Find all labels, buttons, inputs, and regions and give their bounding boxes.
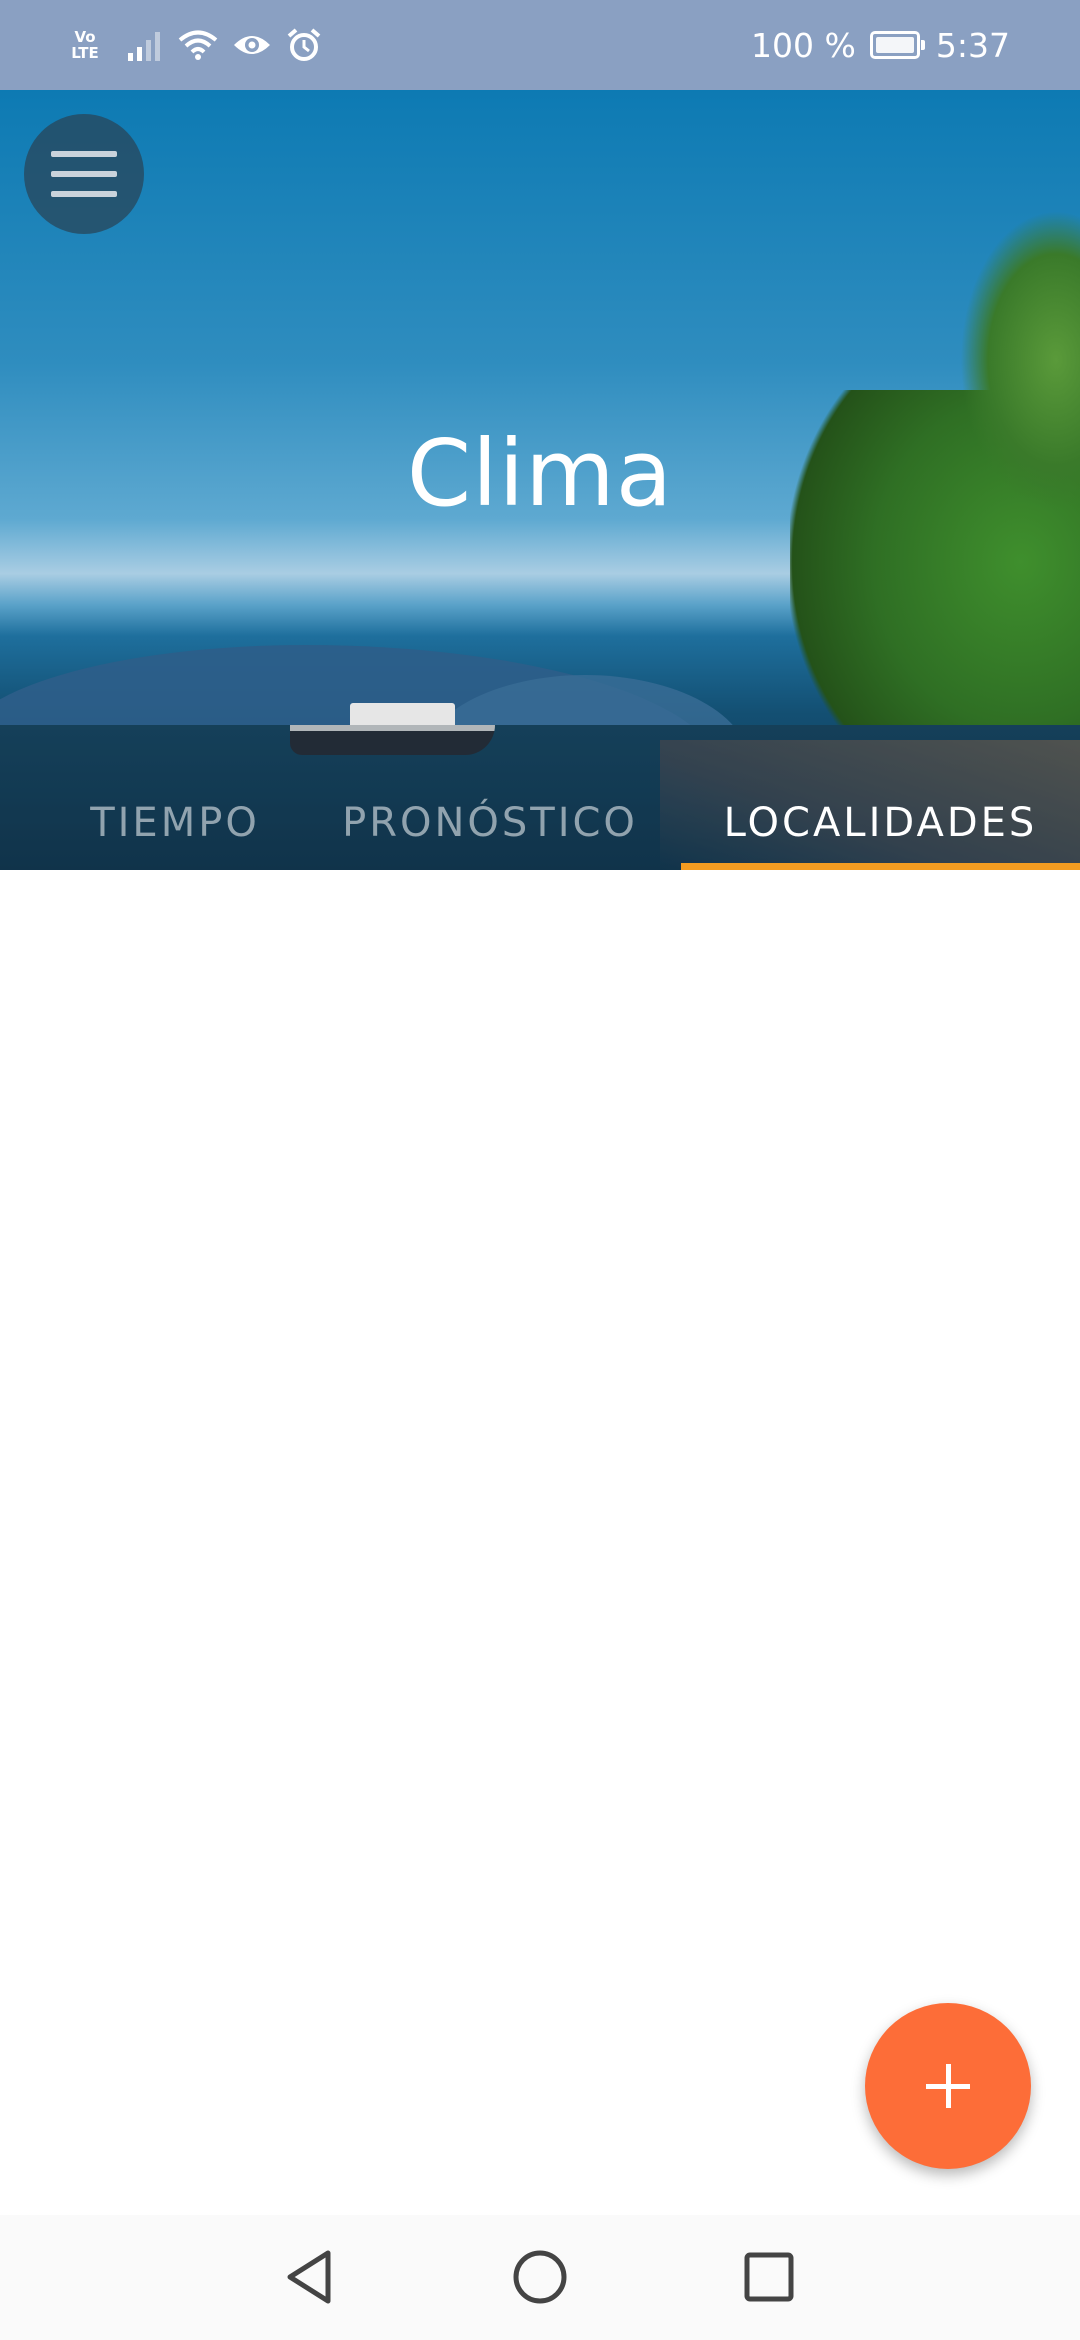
page-title: Clima <box>406 420 674 527</box>
home-button[interactable] <box>500 2237 580 2317</box>
tab-pronostico[interactable]: PRONÓSTICO <box>330 775 650 870</box>
back-icon <box>287 2250 331 2304</box>
active-tab-indicator <box>681 863 1080 870</box>
tab-localidades[interactable]: LOCALIDADES <box>681 775 1080 870</box>
wifi-icon <box>178 30 218 60</box>
alarm-icon <box>287 28 321 61</box>
battery-percent: 100 % <box>751 25 856 65</box>
status-right-group: 100 % 5:37 <box>751 0 1010 90</box>
status-left-group: Vo LTE <box>68 0 322 90</box>
recent-apps-button[interactable] <box>729 2237 809 2317</box>
system-navigation-bar <box>0 2215 1080 2340</box>
signal-icon <box>128 32 160 61</box>
battery-charging-icon <box>869 31 925 59</box>
app-header: Clima TIEMPO PRONÓSTICO LOCALIDADES <box>0 90 1080 870</box>
tab-bar: TIEMPO PRONÓSTICO LOCALIDADES <box>0 775 1080 870</box>
menu-button[interactable] <box>24 114 144 234</box>
add-location-button[interactable] <box>865 2003 1031 2169</box>
volte-bottom-label: LTE <box>71 44 99 62</box>
status-bar: Vo LTE 100 % 5:37 <box>0 0 1080 90</box>
volte-top-label: Vo <box>74 28 96 46</box>
home-icon <box>513 2250 567 2304</box>
plus-icon <box>926 2064 970 2108</box>
battery-fill <box>875 37 914 53</box>
hamburger-menu-icon <box>51 151 117 197</box>
clock-time: 5:37 <box>935 25 1010 65</box>
volte-indicator: Vo LTE <box>68 29 102 61</box>
eye-icon <box>234 36 270 54</box>
tab-tiempo[interactable]: TIEMPO <box>60 775 290 870</box>
back-button[interactable] <box>270 2237 350 2317</box>
recent-apps-icon <box>744 2252 794 2302</box>
